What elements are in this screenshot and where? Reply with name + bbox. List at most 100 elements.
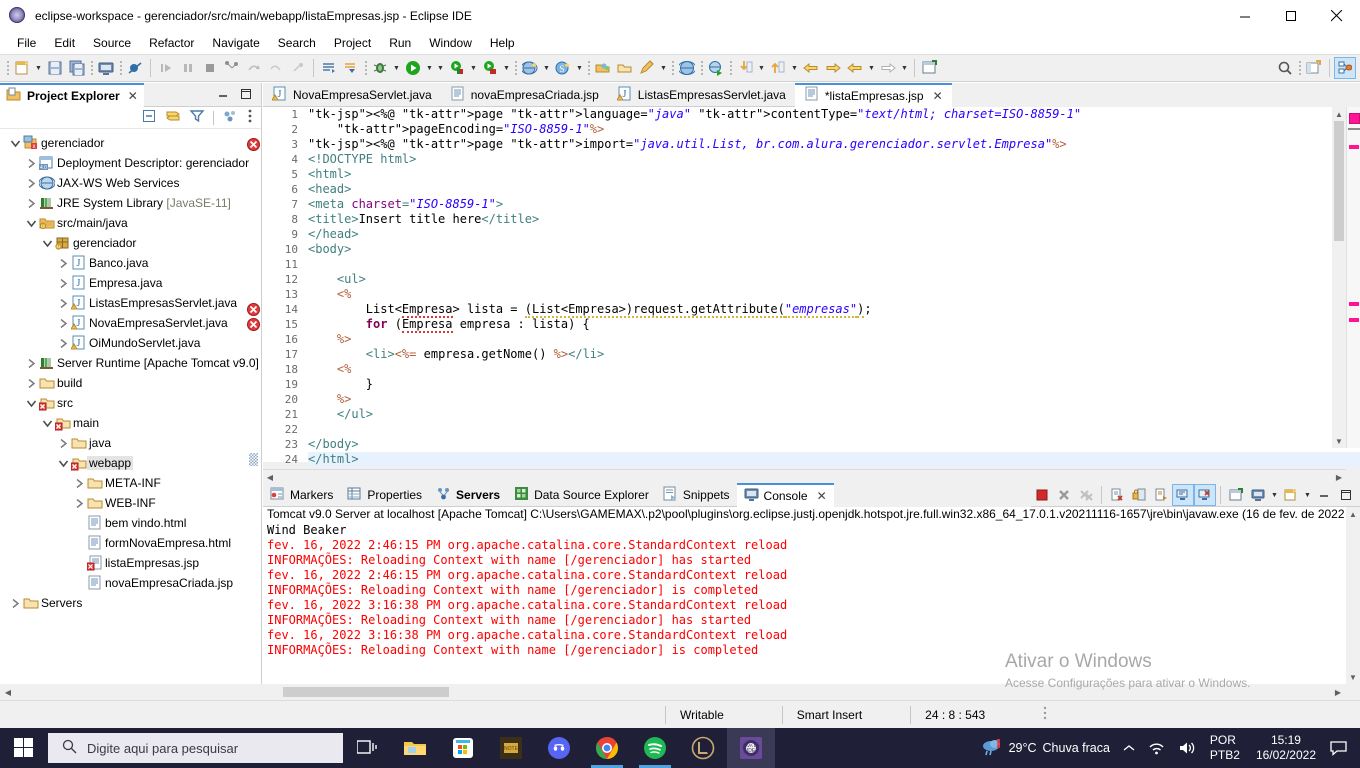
new-ejb-arrow-icon[interactable]: ▼ [574,57,585,79]
save-all-icon[interactable] [66,57,88,79]
checkout-icon[interactable] [734,57,756,79]
open-web-browser-icon[interactable] [676,57,698,79]
tree-item[interactable]: formNovaEmpresa.html [0,533,261,553]
toolbar-drag-handle-7[interactable] [669,57,676,79]
toolbar-drag-handle-9[interactable] [727,57,734,79]
close-icon[interactable] [1314,0,1360,32]
code-line[interactable]: <body> [308,242,1360,257]
menu-edit[interactable]: Edit [45,34,84,52]
filter-icon[interactable] [189,108,205,127]
source-code[interactable]: "tk-jsp"><%@ "tk-attr">page "tk-attr">la… [299,107,1360,467]
show-console-on-error-icon[interactable] [1194,484,1216,506]
editor-tab[interactable]: J! NovaEmpresaServlet.java [263,84,441,107]
code-line[interactable]: } [308,377,1360,392]
tree-twisty-right-icon[interactable] [24,178,38,188]
console-output[interactable]: Wind Beaker fev. 16, 2022 2:46:15 PM org.… [263,523,1346,684]
close-icon[interactable]: ✕ [933,89,943,103]
back-icon[interactable] [800,57,822,79]
open-console-icon[interactable] [1280,484,1302,506]
code-line[interactable]: </html> [308,452,1360,467]
resume-icon[interactable] [155,57,177,79]
scroll-down-arrow-icon[interactable]: ▼ [1332,434,1346,448]
tree-twisty-down-icon[interactable] [24,399,38,408]
clear-console-icon[interactable] [1106,484,1128,506]
checkout-arrow-icon[interactable]: ▼ [756,57,767,79]
tree-twisty-right-icon[interactable] [56,298,70,308]
menu-run[interactable]: Run [380,34,420,52]
debug-as-server-icon[interactable] [479,57,501,79]
tree-item[interactable]: build [0,373,261,393]
gutter-line[interactable]: 10 [263,242,308,257]
tree-twisty-right-icon[interactable] [56,338,70,348]
terminate-icon[interactable] [1031,484,1053,506]
tree-twisty-right-icon[interactable] [56,278,70,288]
bottom-view-tab[interactable]: Console ✕ [736,483,834,507]
tree-twisty-right-icon[interactable] [24,358,38,368]
tree-item[interactable]: J Banco.java [0,253,261,273]
project-tree[interactable]: x gerenciador 4.0 Deployment Descriptor: ge… [0,129,261,694]
ruler-error-marker[interactable] [1349,302,1359,306]
google-chrome-icon[interactable] [583,728,631,768]
tree-item[interactable]: JAX-WS Web Services [0,173,261,193]
next-edit-arrow-icon[interactable]: ▼ [899,57,910,79]
editor-tab[interactable]: novaEmpresaCriada.jsp [440,84,608,107]
code-line[interactable]: "tk-attr">pageEncoding="ISO-8859-1"%> [308,122,1360,137]
discord-icon[interactable] [535,728,583,768]
display-selected-console-arrow-icon[interactable]: ▼ [1269,484,1280,506]
code-line[interactable] [308,257,1360,272]
gutter-line[interactable]: 5 [263,167,308,182]
tree-item[interactable]: x gerenciador [0,133,261,153]
tree-twisty-down-icon[interactable] [24,219,38,228]
code-line[interactable]: </ul> [308,407,1360,422]
language-indicator[interactable]: POR PTB2 [1202,733,1248,763]
close-icon[interactable]: ✕ [128,89,138,103]
menu-source[interactable]: Source [84,34,140,52]
chevron-up-icon[interactable] [1116,741,1142,755]
gutter-line[interactable]: 11 [263,257,299,272]
pin-console-icon[interactable] [1225,484,1247,506]
minimize-view-icon[interactable] [216,87,230,104]
menu-project[interactable]: Project [325,34,380,52]
code-line[interactable]: List<Empresa> lista = (List<Empresa>)req… [308,302,1360,318]
new-task-arrow-icon[interactable]: ▼ [658,57,669,79]
spotify-icon[interactable] [631,728,679,768]
gutter-line[interactable]: 4 [263,152,299,167]
bottom-view-tab[interactable]: Markers [263,484,341,507]
clock[interactable]: 15:19 16/02/2022 [1248,733,1324,763]
code-line[interactable]: %> [308,392,1360,407]
toolbar-drag-handle-4[interactable] [362,57,369,79]
search-icon[interactable] [1274,57,1296,79]
tree-twisty-right-icon[interactable] [56,258,70,268]
tree-twisty-down-icon[interactable] [40,419,54,428]
next-annotation-icon[interactable] [318,57,340,79]
gutter-line[interactable]: 21 [263,407,299,422]
step-return-icon[interactable] [265,57,287,79]
new-icon[interactable] [11,57,33,79]
gutter-line[interactable]: 20 [263,392,299,407]
scroll-right-arrow-icon[interactable]: ▶ [1330,684,1346,700]
previous-edit-icon[interactable] [844,57,866,79]
scroll-right-arrow-icon[interactable]: ▶ [1332,470,1346,484]
link-with-editor-icon[interactable] [165,108,181,127]
perspective-drag-handle[interactable] [1296,57,1303,79]
tree-twisty-right-icon[interactable] [56,438,70,448]
tree-twisty-down-icon[interactable] [40,239,54,248]
gutter-line[interactable]: 23 [263,437,299,452]
microsoft-store-icon[interactable] [439,728,487,768]
search-input[interactable]: Digite aqui para pesquisar [48,733,343,763]
close-icon[interactable]: ✕ [817,489,827,503]
editor-vertical-scrollbar[interactable]: ▲ ▼ [1332,107,1346,448]
windows-start-icon[interactable] [0,728,48,768]
run-as-server-arrow-icon[interactable]: ▼ [468,57,479,79]
editor-tab[interactable]: J! ListasEmpresasServlet.java [607,84,795,107]
gutter-line[interactable]: 12 [263,272,308,287]
gutter-line[interactable]: 8 [263,212,299,227]
last-edit-location-icon[interactable] [340,57,362,79]
tree-twisty-right-icon[interactable] [56,318,70,328]
remove-all-launches-icon[interactable] [1075,484,1097,506]
tree-twisty-right-icon[interactable] [24,158,38,168]
display-selected-console-icon[interactable] [1247,484,1269,506]
tree-item[interactable]: Servers [0,593,261,613]
tree-item[interactable]: main [0,413,261,433]
maximize-icon[interactable] [1268,0,1314,32]
